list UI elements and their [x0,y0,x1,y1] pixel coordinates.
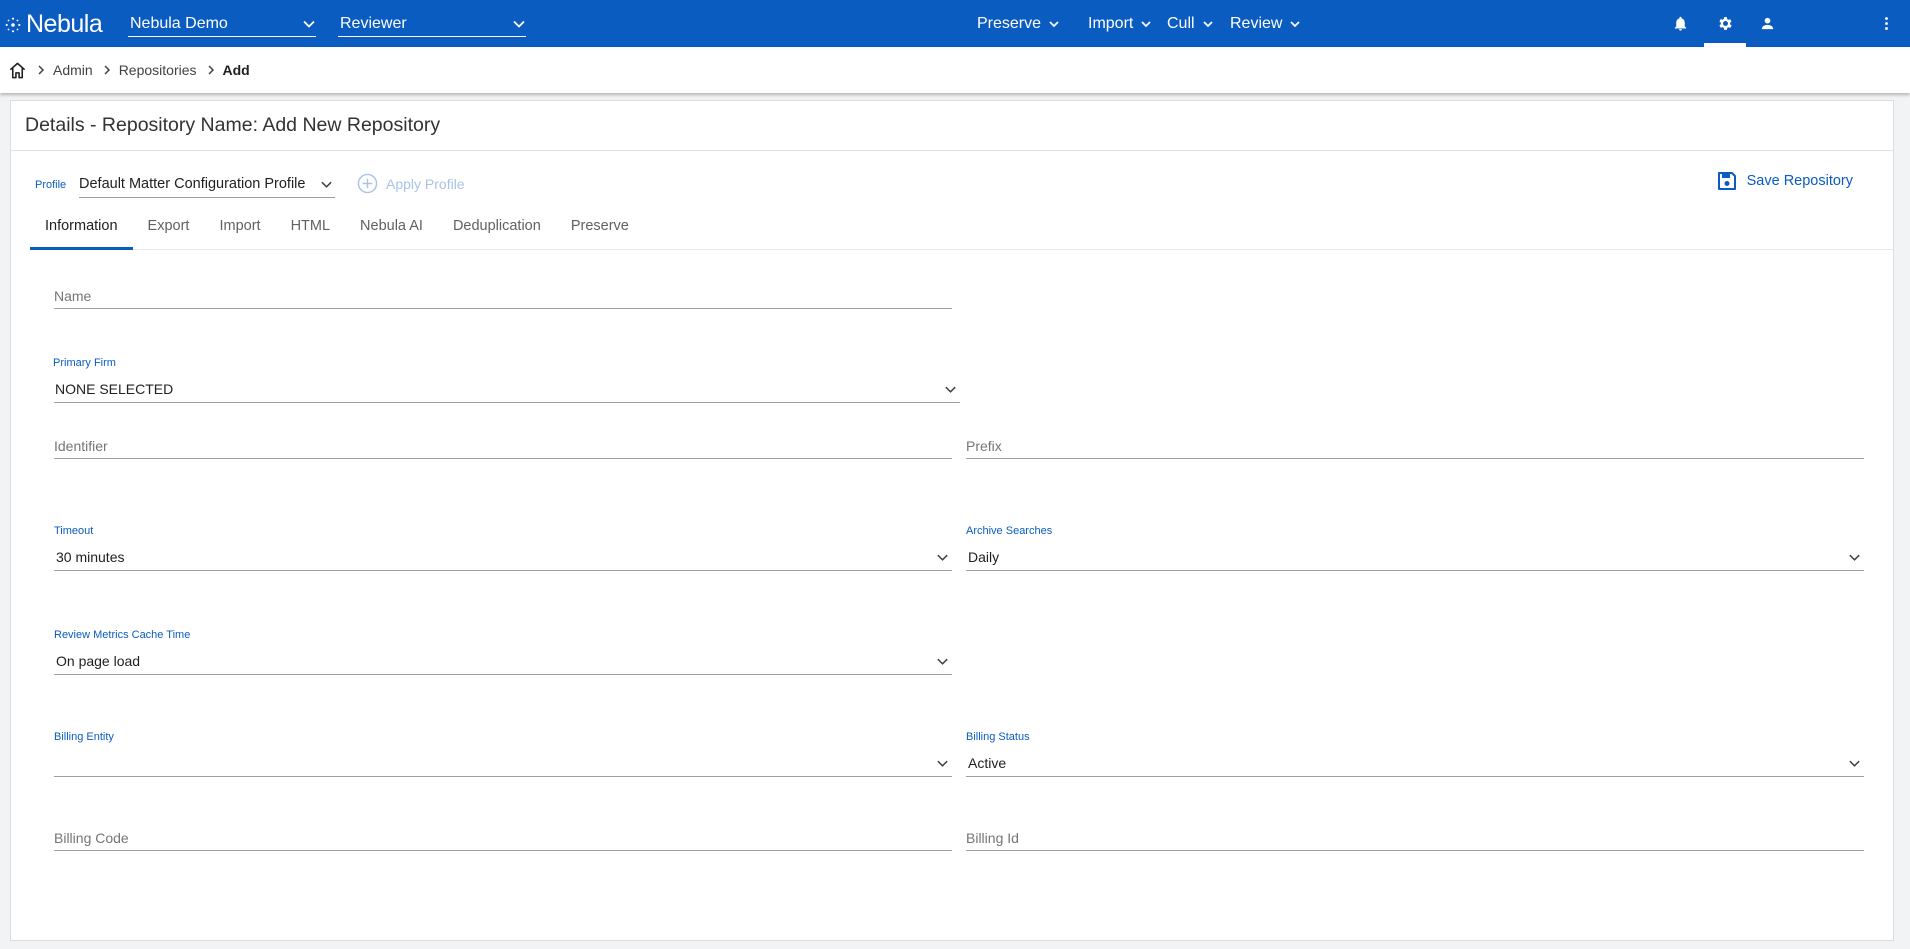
more-options-button[interactable] [1874,11,1898,35]
billing-entity-select[interactable]: Billing Entity [54,731,952,777]
role-select[interactable]: Reviewer [338,12,526,37]
bell-icon [1674,16,1686,31]
chevron-right-icon [38,65,45,75]
breadcrumb-separator [206,65,216,75]
nav-menu-label: Review [1230,15,1283,32]
billing-status-label: Billing Status [966,731,1030,743]
tab-bar: Information Export Import HTML Nebula AI… [30,214,1894,250]
app-logo[interactable]: Nebula [4,10,103,39]
billing-code-field[interactable]: Billing Code [54,823,952,851]
chevron-right-icon [104,65,110,75]
prefix-field[interactable]: Prefix [966,431,1864,459]
save-repository-label: Save Repository [1746,173,1853,189]
breadcrumb: Admin Repositories Add [0,47,1910,93]
user-profile-button[interactable] [1755,11,1779,35]
billing-entity-label: Billing Entity [54,731,114,743]
matter-select[interactable]: Nebula Demo [128,12,316,37]
nav-menu-import[interactable]: Import [1088,15,1152,33]
billing-id-field[interactable]: Billing Id [966,823,1864,851]
breadcrumb-separator [36,65,46,75]
repository-details-card: Details - Repository Name: Add New Repos… [10,100,1894,941]
chevron-down-icon [1141,21,1151,28]
billing-code-placeholder: Billing Code [54,830,129,846]
breadcrumb-current: Add [222,62,250,78]
primary-firm-select[interactable]: Primary Firm NONE SELECTED [53,357,960,403]
nav-menu-label: Import [1088,15,1134,32]
chevron-down-icon [1849,760,1860,767]
role-select-value: Reviewer [340,15,407,32]
nav-menu-label: Preserve [977,15,1042,32]
timeout-value: 30 minutes [56,549,125,565]
save-repository-button[interactable]: Save Repository [1717,171,1853,191]
user-icon [1761,17,1773,29]
nebula-logo-icon [5,17,21,32]
chevron-down-icon [321,181,332,188]
nav-menu-preserve[interactable]: Preserve [977,15,1060,33]
billing-id-placeholder: Billing Id [966,830,1019,846]
add-circle-icon [357,173,378,194]
chevron-right-icon [207,65,214,75]
chevron-down-icon [1049,21,1059,28]
tab-import[interactable]: Import [204,214,275,250]
settings-button[interactable] [1713,11,1737,35]
nav-menu-review[interactable]: Review [1230,15,1301,33]
more-vertical-icon [1884,16,1888,30]
top-bar: Nebula Nebula Demo Reviewer Preserve Imp… [0,0,1910,47]
review-metrics-cache-time-select[interactable]: Review Metrics Cache Time On page load [54,629,952,675]
home-icon [9,62,26,78]
identifier-field[interactable]: Identifier [54,431,952,459]
primary-firm-value: NONE SELECTED [55,381,174,397]
chevron-down-icon [513,20,525,28]
tab-preserve[interactable]: Preserve [556,214,644,250]
apply-profile-label: Apply Profile [386,175,465,192]
archive-searches-value: Daily [968,549,1000,565]
review-metrics-cache-time-value: On page load [56,653,141,669]
tab-html[interactable]: HTML [276,214,345,250]
review-metrics-cache-time-label: Review Metrics Cache Time [54,629,191,641]
matter-select-value: Nebula Demo [130,15,228,32]
chevron-down-icon [937,760,948,767]
nav-menu-cull[interactable]: Cull [1167,15,1214,33]
breadcrumb-item-admin[interactable]: Admin [53,62,93,78]
breadcrumb-home[interactable] [8,61,27,80]
chevron-down-icon [937,658,948,665]
nav-menu-label: Cull [1167,15,1195,32]
chevron-down-icon [1849,554,1860,561]
tab-information[interactable]: Information [30,214,133,250]
name-field[interactable]: Name [54,281,952,309]
timeout-select[interactable]: Timeout 30 minutes [54,525,952,571]
notifications-button[interactable] [1668,11,1692,35]
tab-nebula-ai[interactable]: Nebula AI [345,214,438,250]
prefix-placeholder: Prefix [966,438,1002,454]
chevron-down-icon [1290,21,1301,28]
gear-icon [1718,16,1732,30]
timeout-label: Timeout [54,525,94,537]
billing-status-select[interactable]: Billing Status Active [966,731,1864,777]
tab-deduplication[interactable]: Deduplication [438,214,556,250]
save-icon [1717,172,1736,190]
tab-export[interactable]: Export [133,214,205,250]
breadcrumb-item-repositories[interactable]: Repositories [119,62,197,78]
chevron-down-icon [303,20,315,28]
chevron-down-icon [937,554,948,561]
primary-firm-label: Primary Firm [53,357,116,369]
identifier-placeholder: Identifier [54,438,108,454]
archive-searches-select[interactable]: Archive Searches Daily [966,525,1864,571]
profile-label: Profile [35,179,67,191]
profile-row: Profile Default Matter Configuration Pro… [11,171,1893,201]
apply-profile-button[interactable]: Apply Profile [357,173,465,194]
chevron-down-icon [945,386,956,393]
breadcrumb-separator [102,65,112,75]
app-logo-text: Nebula [26,10,103,38]
chevron-down-icon [1202,21,1213,28]
page-title: Details - Repository Name: Add New Repos… [11,101,1893,151]
profile-select-value: Default Matter Configuration Profile [79,176,306,192]
archive-searches-label: Archive Searches [966,525,1053,537]
name-placeholder: Name [54,288,92,304]
billing-status-value: Active [968,755,1007,771]
profile-select[interactable]: Default Matter Configuration Profile [79,171,335,198]
